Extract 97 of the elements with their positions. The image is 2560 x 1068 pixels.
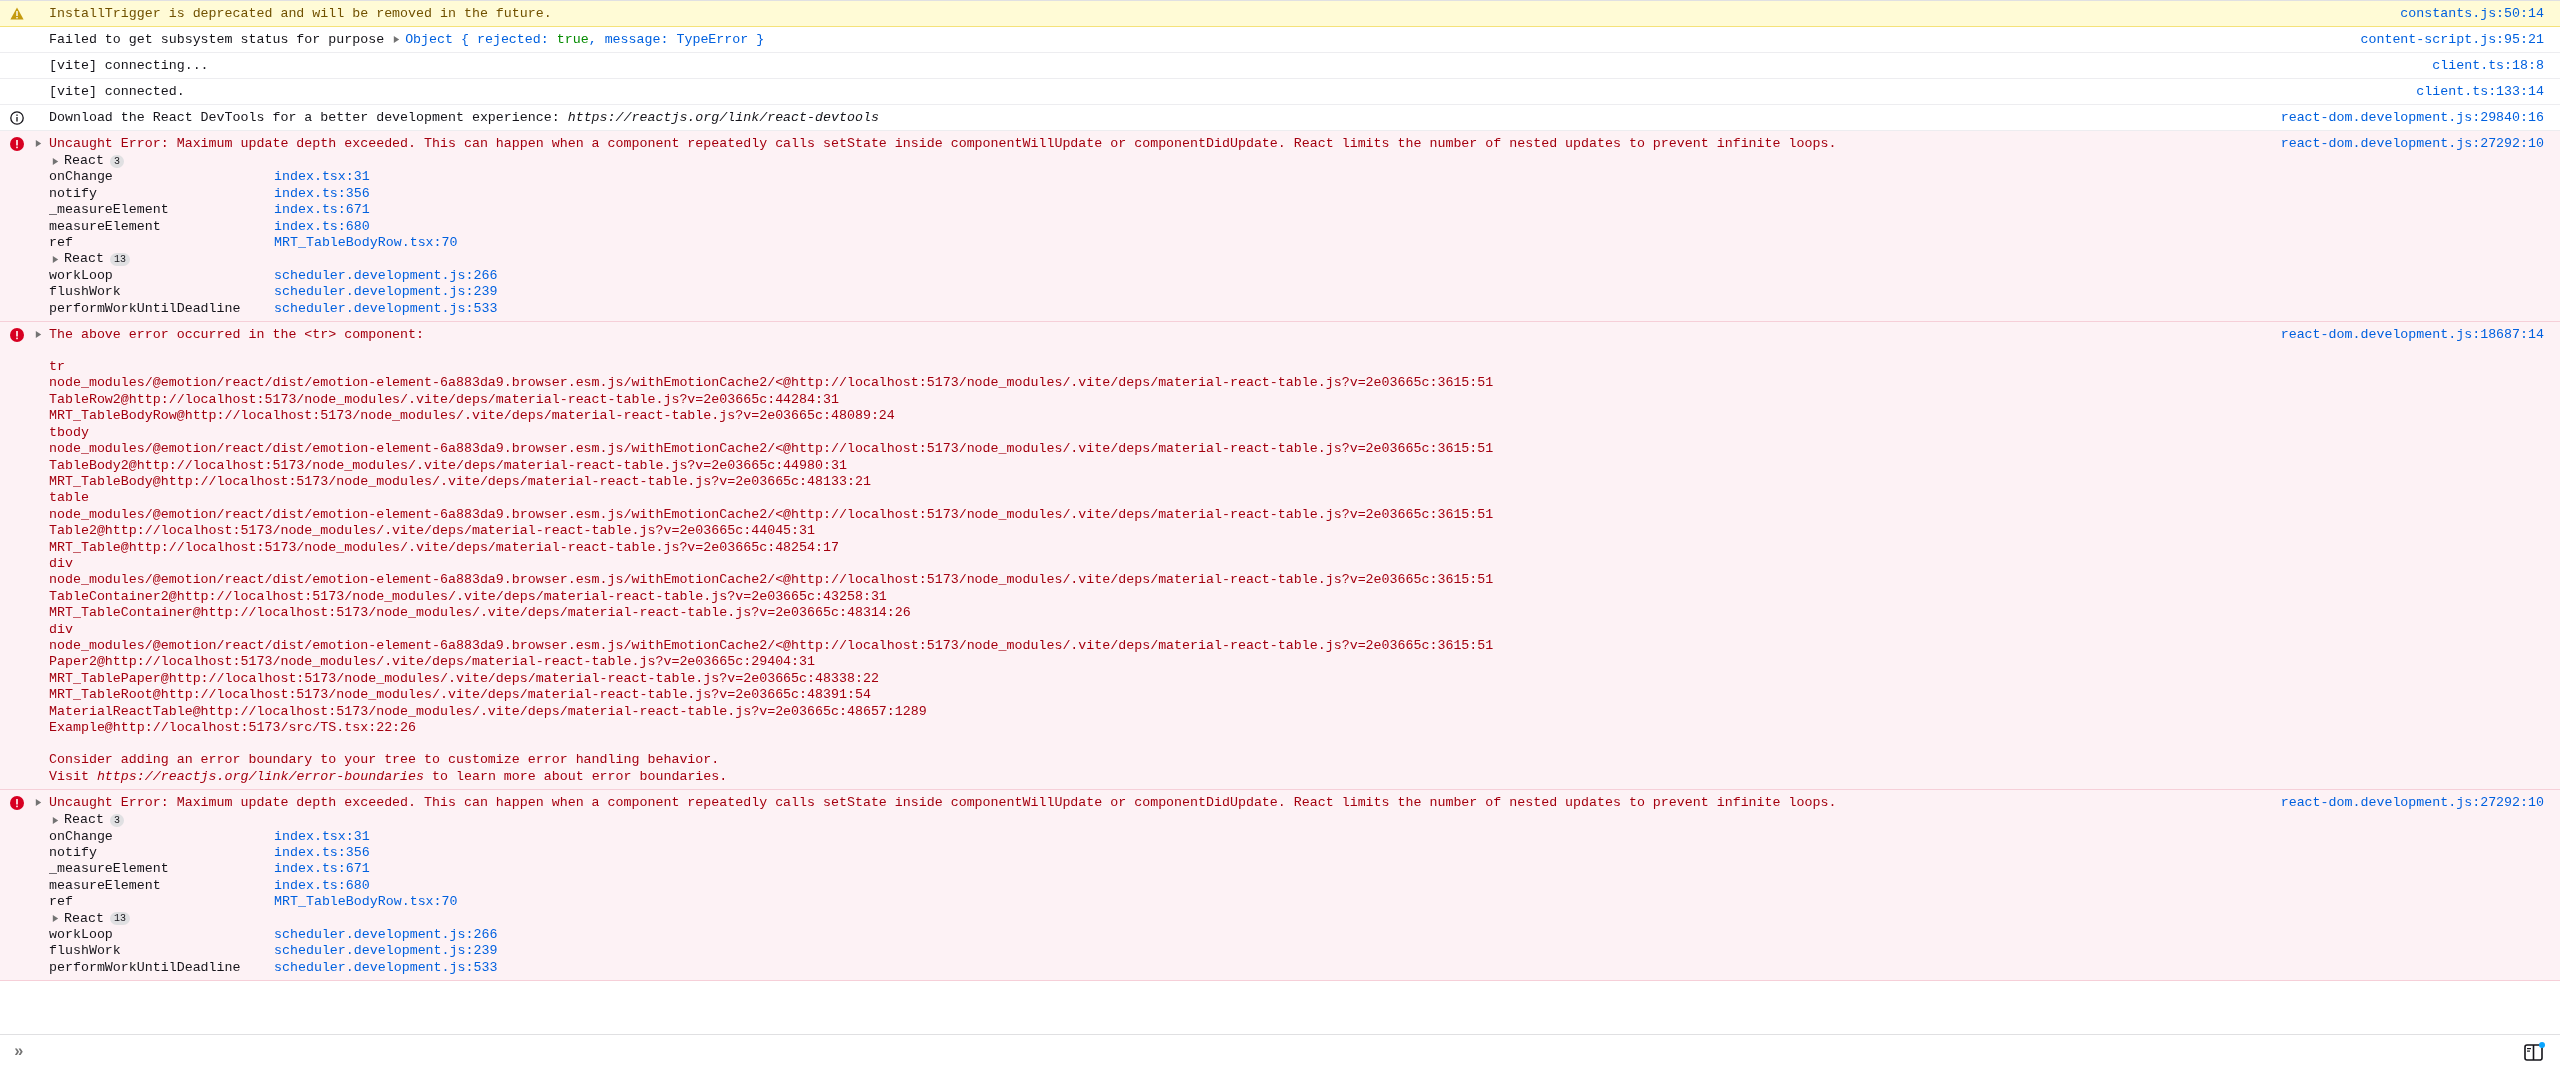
source-link[interactable]: scheduler.development.js:239: [274, 284, 498, 301]
function-name: flushWork: [49, 284, 122, 301]
source-link[interactable]: MRT_TableBodyRow.tsx:70: [274, 894, 458, 911]
source-link[interactable]: index.ts:356: [274, 845, 370, 862]
stack-trace-line: MRT_TableBody@http://localhost:5173/node_modules/.vite/deps/material-react-table.js?v=2e03665c:48133:21: [49, 473, 872, 491]
function-name: measureElement: [49, 218, 162, 236]
function-name: notify: [49, 185, 98, 203]
stack-trace-line: tbody: [49, 424, 90, 442]
function-name: _measureElement: [49, 202, 170, 219]
source-link[interactable]: index.tsx:31: [274, 828, 370, 846]
source-link[interactable]: index.ts:680: [274, 218, 370, 236]
source-link[interactable]: constants.js:50:14: [2400, 1, 2544, 26]
source-link[interactable]: client.ts:133:14: [2416, 79, 2544, 104]
function-name: ref: [49, 235, 74, 252]
stack-trace-line: node_modules/@emotion/react/dist/emotion-element-6a883da9.browser.esm.js/withEmotionCache2/<@http://localhost:5173/node_modules/.vite/deps/material-react-table.js?v=2e03665c:3615:51: [49, 441, 1495, 458]
warning-icon: [10, 7, 24, 20]
source-link[interactable]: react-dom.development.js:29840:16: [2280, 105, 2544, 130]
function-name: onChange: [49, 828, 114, 846]
function-name: performWorkUntilDeadline: [49, 959, 242, 977]
console-message: Uncaught Error: Maximum update depth exceeded. This can happen when a component repeatedly calls setState inside componentWillUpdate or componentDidUpdate. React limits the number of nested updates to prevent infinite loops.: [49, 794, 1837, 812]
stack-trace-line: MRT_Table@http://localhost:5173/node_modules/.vite/deps/material-react-table.js?v=2e03665c:48254:17: [49, 539, 840, 556]
console-message: Uncaught Error: Maximum update depth exceeded. This can happen when a component repeatedly calls setState inside componentWillUpdate or componentDidUpdate. React limits the number of nested updates to prevent infinite loops.: [49, 135, 1837, 152]
count-badge: 3: [109, 154, 124, 168]
source-link[interactable]: react-dom.development.js:27292:10: [2280, 131, 2544, 156]
source-link[interactable]: index.ts:671: [274, 861, 370, 878]
stack-trace-line: div: [49, 621, 74, 638]
error-icon: [10, 327, 24, 342]
prompt-icon: »: [14, 1039, 24, 1064]
source-link[interactable]: scheduler.development.js:266: [274, 267, 498, 285]
error-icon: [10, 136, 24, 151]
source-link[interactable]: content-script.js:95:21: [2360, 27, 2544, 52]
error-icon: [10, 795, 24, 810]
frame-group-label[interactable]: React: [64, 153, 104, 170]
frame-group-label[interactable]: React: [64, 812, 104, 829]
caret-icon[interactable]: [34, 798, 43, 808]
source-link[interactable]: index.ts:680: [274, 877, 370, 895]
source-link[interactable]: index.tsx:31: [274, 169, 370, 186]
function-name: workLoop: [49, 267, 114, 285]
caret-icon[interactable]: [51, 914, 60, 924]
source-link[interactable]: scheduler.development.js:533: [274, 300, 498, 318]
source-link[interactable]: client.ts:18:8: [2432, 53, 2544, 78]
count-badge: 13: [109, 253, 130, 267]
object-preview[interactable]: Object { rejected: true, message: TypeError }: [405, 31, 765, 48]
stack-trace-line: node_modules/@emotion/react/dist/emotion-element-6a883da9.browser.esm.js/withEmotionCache2/<@http://localhost:5173/node_modules/.vite/deps/material-react-table.js?v=2e03665c:3615:51: [49, 637, 1495, 655]
function-name: _measureElement: [49, 861, 170, 878]
stack-trace-line: Paper2@http://localhost:5173/node_modules/.vite/deps/material-react-table.js?v=2e03665c:29404:31: [49, 654, 817, 671]
source-link[interactable]: MRT_TableBodyRow.tsx:70: [274, 235, 458, 252]
console-message: InstallTrigger is deprecated and will be removed in the future.: [49, 5, 552, 22]
stack-trace-line: node_modules/@emotion/react/dist/emotion-element-6a883da9.browser.esm.js/withEmotionCache2/<@http://localhost:5173/node_modules/.vite/deps/material-react-table.js?v=2e03665c:3615:51: [49, 375, 1495, 392]
stack-trace-line: tr: [49, 359, 66, 376]
stack-trace-line: MRT_TableBodyRow@http://localhost:5173/node_modules/.vite/deps/material-react-table.js?v=2e03665c:48089:24: [49, 408, 896, 425]
function-name: flushWork: [49, 943, 122, 960]
stack-trace-line: Table2@http://localhost:5173/node_modules/.vite/deps/material-react-table.js?v=2e03665c:44045:31: [49, 523, 817, 540]
caret-icon[interactable]: [392, 35, 402, 44]
console-message: Download the React DevTools for a better development experience: https://reactjs.org/link/react-devtools: [49, 109, 879, 126]
function-name: onChange: [49, 169, 114, 186]
stack-trace-line: MaterialReactTable@http://localhost:5173/node_modules/.vite/deps/material-react-table.js?v=2e03665c:48657:1289: [49, 703, 928, 720]
info-icon: [10, 110, 24, 125]
source-link[interactable]: index.ts:356: [274, 185, 370, 203]
split-console-icon[interactable]: [2524, 1041, 2546, 1062]
source-link[interactable]: react-dom.development.js:18687:14: [2280, 322, 2544, 348]
stack-trace-line: MRT_TablePaper@http://localhost:5173/node_modules/.vite/deps/material-react-table.js?v=2e03665c:48338:22: [49, 670, 880, 688]
function-name: ref: [49, 894, 74, 911]
caret-icon[interactable]: [51, 156, 60, 166]
stack-trace-line: node_modules/@emotion/react/dist/emotion-element-6a883da9.browser.esm.js/withEmotionCache2/<@http://localhost:5173/node_modules/.vite/deps/material-react-table.js?v=2e03665c:3615:51: [49, 572, 1495, 589]
source-link[interactable]: react-dom.development.js:27292:10: [2280, 790, 2544, 816]
console-message: The above error occurred in the <tr> component:: [49, 326, 425, 344]
count-badge: 13: [109, 912, 130, 926]
source-link[interactable]: scheduler.development.js:533: [274, 959, 498, 977]
function-name: measureElement: [49, 877, 162, 895]
stack-trace-line: node_modules/@emotion/react/dist/emotion-element-6a883da9.browser.esm.js/withEmotionCache2/<@http://localhost:5173/node_modules/.vite/deps/material-react-table.js?v=2e03665c:3615:51: [49, 506, 1495, 524]
frame-group-label[interactable]: React: [64, 251, 104, 268]
stack-trace-line: Consider adding an error boundary to your tree to customize error handling behavior.: [49, 752, 721, 769]
function-name: performWorkUntilDeadline: [49, 300, 242, 318]
source-link[interactable]: index.ts:671: [274, 202, 370, 219]
source-link[interactable]: scheduler.development.js:266: [274, 927, 498, 944]
stack-trace-line: Example@http://localhost:5173/src/TS.tsx:22:26: [49, 720, 418, 737]
caret-icon[interactable]: [34, 139, 43, 148]
count-badge: 3: [109, 813, 124, 827]
stack-trace-line: TableContainer2@http://localhost:5173/node_modules/.vite/deps/material-react-table.js?v=2e03665c:43258:31: [49, 588, 888, 606]
console-message: Failed to get subsystem status for purpose: [49, 31, 385, 48]
caret-icon[interactable]: [34, 330, 43, 340]
caret-icon[interactable]: [51, 255, 60, 265]
stack-trace-line: TableBody2@http://localhost:5173/node_modules/.vite/deps/material-react-table.js?v=2e03665c:44980:31: [49, 457, 848, 474]
function-name: notify: [49, 845, 98, 862]
stack-trace-line: Visit https://reactjs.org/link/error-boundaries to learn more about error boundaries.: [49, 768, 729, 786]
stack-trace-line: TableRow2@http://localhost:5173/node_modules/.vite/deps/material-react-table.js?v=2e03665c:44284:31: [49, 391, 840, 409]
stack-trace-line: MRT_TableRoot@http://localhost:5173/node_modules/.vite/deps/material-react-table.js?v=2e03665c:48391:54: [49, 687, 872, 704]
stack-trace-line: div: [49, 555, 74, 573]
console-message: [vite] connecting...: [49, 57, 209, 74]
stack-trace-line: table: [49, 490, 90, 507]
caret-icon[interactable]: [51, 815, 60, 825]
stack-trace-line: MRT_TableContainer@http://localhost:5173/node_modules/.vite/deps/material-react-table.js?v=2e03665c:48314:26: [49, 605, 912, 622]
frame-group-label[interactable]: React: [64, 910, 104, 928]
source-link[interactable]: scheduler.development.js:239: [274, 943, 498, 960]
console-message: [vite] connected.: [49, 83, 185, 100]
function-name: workLoop: [49, 927, 114, 944]
